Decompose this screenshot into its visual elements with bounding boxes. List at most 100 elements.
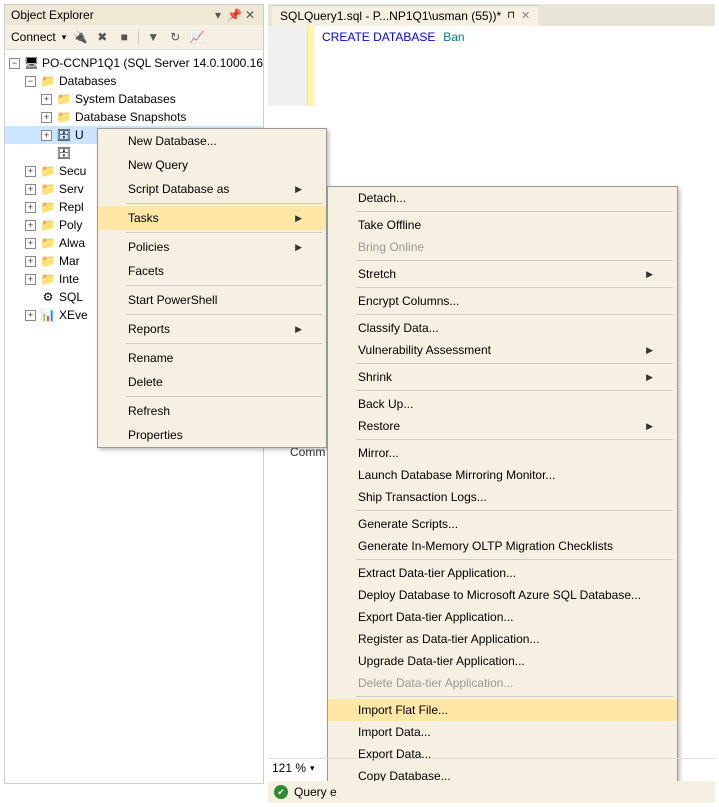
menu-refresh[interactable]: Refresh xyxy=(98,399,326,423)
folder-icon: 📁 xyxy=(40,253,56,269)
dropdown-icon[interactable]: ▾ xyxy=(211,8,225,22)
menu-delete[interactable]: Delete xyxy=(98,370,326,394)
menu-backup[interactable]: Back Up... xyxy=(328,393,677,415)
editor-gutter xyxy=(268,26,308,106)
submenu-arrow-icon: ▶ xyxy=(646,269,653,280)
menu-facets[interactable]: Facets xyxy=(98,259,326,283)
editor-area: SQLQuery1.sql - P...NP1Q1\usman (55))* ⊓… xyxy=(268,4,715,124)
xevent-icon: 📊 xyxy=(40,307,56,323)
tab-close-icon[interactable]: ✕ xyxy=(521,9,530,22)
menu-classify-data[interactable]: Classify Data... xyxy=(328,317,677,339)
zoom-level[interactable]: 121 % xyxy=(272,761,306,775)
menu-separator xyxy=(126,285,322,286)
databases-folder[interactable]: −📁Databases xyxy=(5,72,263,90)
connect-label[interactable]: Connect xyxy=(11,30,56,44)
menu-delete-datatier: Delete Data-tier Application... xyxy=(328,672,677,694)
menu-new-query[interactable]: New Query xyxy=(98,153,326,177)
menu-separator xyxy=(356,696,673,697)
menu-tasks[interactable]: Tasks▶ xyxy=(98,206,326,230)
zoom-dropdown-icon[interactable]: ▾ xyxy=(310,763,315,774)
sql-identifier: Ban xyxy=(443,30,464,44)
pin-icon[interactable]: 📌 xyxy=(227,8,241,22)
folder-icon: 📁 xyxy=(40,199,56,215)
submenu-arrow-icon: ▶ xyxy=(295,213,302,224)
tab-pin-icon[interactable]: ⊓ xyxy=(507,10,515,21)
tasks-submenu: Detach... Take Offline Bring Online Stre… xyxy=(327,186,678,788)
menu-start-powershell[interactable]: Start PowerShell xyxy=(98,288,326,312)
folder-icon: 📁 xyxy=(40,163,56,179)
close-icon[interactable]: ✕ xyxy=(243,8,257,22)
editor-bottom-bar: 121 % ▾ xyxy=(268,758,715,777)
menu-properties[interactable]: Properties xyxy=(98,423,326,447)
agent-icon: ⚙ xyxy=(40,289,56,305)
code-text[interactable]: CREATE DATABASE Ban xyxy=(314,26,473,106)
menu-separator xyxy=(126,343,322,344)
menu-detach[interactable]: Detach... xyxy=(328,187,677,209)
menu-reports[interactable]: Reports▶ xyxy=(98,317,326,341)
menu-separator xyxy=(126,396,322,397)
folder-icon: 📁 xyxy=(40,271,56,287)
database-icon: 🗄 xyxy=(56,127,72,143)
submenu-arrow-icon: ▶ xyxy=(295,242,302,253)
menu-restore[interactable]: Restore▶ xyxy=(328,415,677,437)
document-tab[interactable]: SQLQuery1.sql - P...NP1Q1\usman (55))* ⊓… xyxy=(272,5,538,26)
menu-separator xyxy=(356,314,673,315)
menu-vulnerability-assessment[interactable]: Vulnerability Assessment▶ xyxy=(328,339,677,361)
menu-script-database[interactable]: Script Database as▶ xyxy=(98,177,326,201)
document-tab-bar: SQLQuery1.sql - P...NP1Q1\usman (55))* ⊓… xyxy=(268,4,715,26)
sql-keyword: CREATE DATABASE xyxy=(322,30,435,44)
menu-separator xyxy=(356,390,673,391)
refresh-icon[interactable]: ↻ xyxy=(167,29,183,45)
database-snapshots-folder[interactable]: +📁Database Snapshots xyxy=(5,108,263,126)
server-node[interactable]: −🖥PO-CCNP1Q1 (SQL Server 14.0.1000.16 xyxy=(5,54,263,72)
connect-icon[interactable]: 🔌 xyxy=(72,29,88,45)
menu-extract-datatier[interactable]: Extract Data-tier Application... xyxy=(328,562,677,584)
folder-icon: 📁 xyxy=(40,217,56,233)
activity-icon[interactable]: 📈 xyxy=(189,29,205,45)
menu-launch-mirroring-monitor[interactable]: Launch Database Mirroring Monitor... xyxy=(328,464,677,486)
menu-separator xyxy=(126,314,322,315)
folder-icon: 📁 xyxy=(56,91,72,107)
menu-deploy-azure[interactable]: Deploy Database to Microsoft Azure SQL D… xyxy=(328,584,677,606)
submenu-arrow-icon: ▶ xyxy=(295,184,302,195)
menu-stretch[interactable]: Stretch▶ xyxy=(328,263,677,285)
menu-generate-inmemory-checklists[interactable]: Generate In-Memory OLTP Migration Checkl… xyxy=(328,535,677,557)
folder-icon: 📁 xyxy=(40,235,56,251)
folder-icon: 📁 xyxy=(40,181,56,197)
status-text: Query e xyxy=(294,785,337,799)
menu-encrypt-columns[interactable]: Encrypt Columns... xyxy=(328,290,677,312)
menu-generate-scripts[interactable]: Generate Scripts... xyxy=(328,513,677,535)
menu-separator xyxy=(126,203,322,204)
object-explorer-titlebar: Object Explorer ▾ 📌 ✕ xyxy=(5,5,263,25)
menu-import-flat-file[interactable]: Import Flat File... xyxy=(328,699,677,721)
submenu-arrow-icon: ▶ xyxy=(646,421,653,432)
status-success-icon: ✔ xyxy=(274,785,288,799)
menu-import-data[interactable]: Import Data... xyxy=(328,721,677,743)
menu-new-database[interactable]: New Database... xyxy=(98,129,326,153)
menu-mirror[interactable]: Mirror... xyxy=(328,442,677,464)
tab-title: SQLQuery1.sql - P...NP1Q1\usman (55))* xyxy=(280,9,501,23)
menu-separator xyxy=(356,260,673,261)
folder-icon: 📁 xyxy=(56,109,72,125)
stop-icon[interactable]: ■ xyxy=(116,29,132,45)
system-databases-folder[interactable]: +📁System Databases xyxy=(5,90,263,108)
menu-ship-transaction-logs[interactable]: Ship Transaction Logs... xyxy=(328,486,677,508)
folder-icon: 📁 xyxy=(40,73,56,89)
database-icon: 🗄 xyxy=(56,145,72,161)
disconnect-icon[interactable]: ✖ xyxy=(94,29,110,45)
menu-register-datatier[interactable]: Register as Data-tier Application... xyxy=(328,628,677,650)
menu-upgrade-datatier[interactable]: Upgrade Data-tier Application... xyxy=(328,650,677,672)
menu-export-datatier[interactable]: Export Data-tier Application... xyxy=(328,606,677,628)
server-icon: 🖥 xyxy=(24,55,39,71)
menu-separator xyxy=(356,211,673,212)
panel-title: Object Explorer xyxy=(11,8,94,22)
submenu-arrow-icon: ▶ xyxy=(295,324,302,335)
menu-rename[interactable]: Rename xyxy=(98,346,326,370)
menu-separator xyxy=(356,439,673,440)
menu-shrink[interactable]: Shrink▶ xyxy=(328,366,677,388)
code-editor[interactable]: CREATE DATABASE Ban xyxy=(268,26,715,106)
menu-separator xyxy=(356,363,673,364)
menu-take-offline[interactable]: Take Offline xyxy=(328,214,677,236)
filter-icon[interactable]: ▼ xyxy=(145,29,161,45)
menu-policies[interactable]: Policies▶ xyxy=(98,235,326,259)
